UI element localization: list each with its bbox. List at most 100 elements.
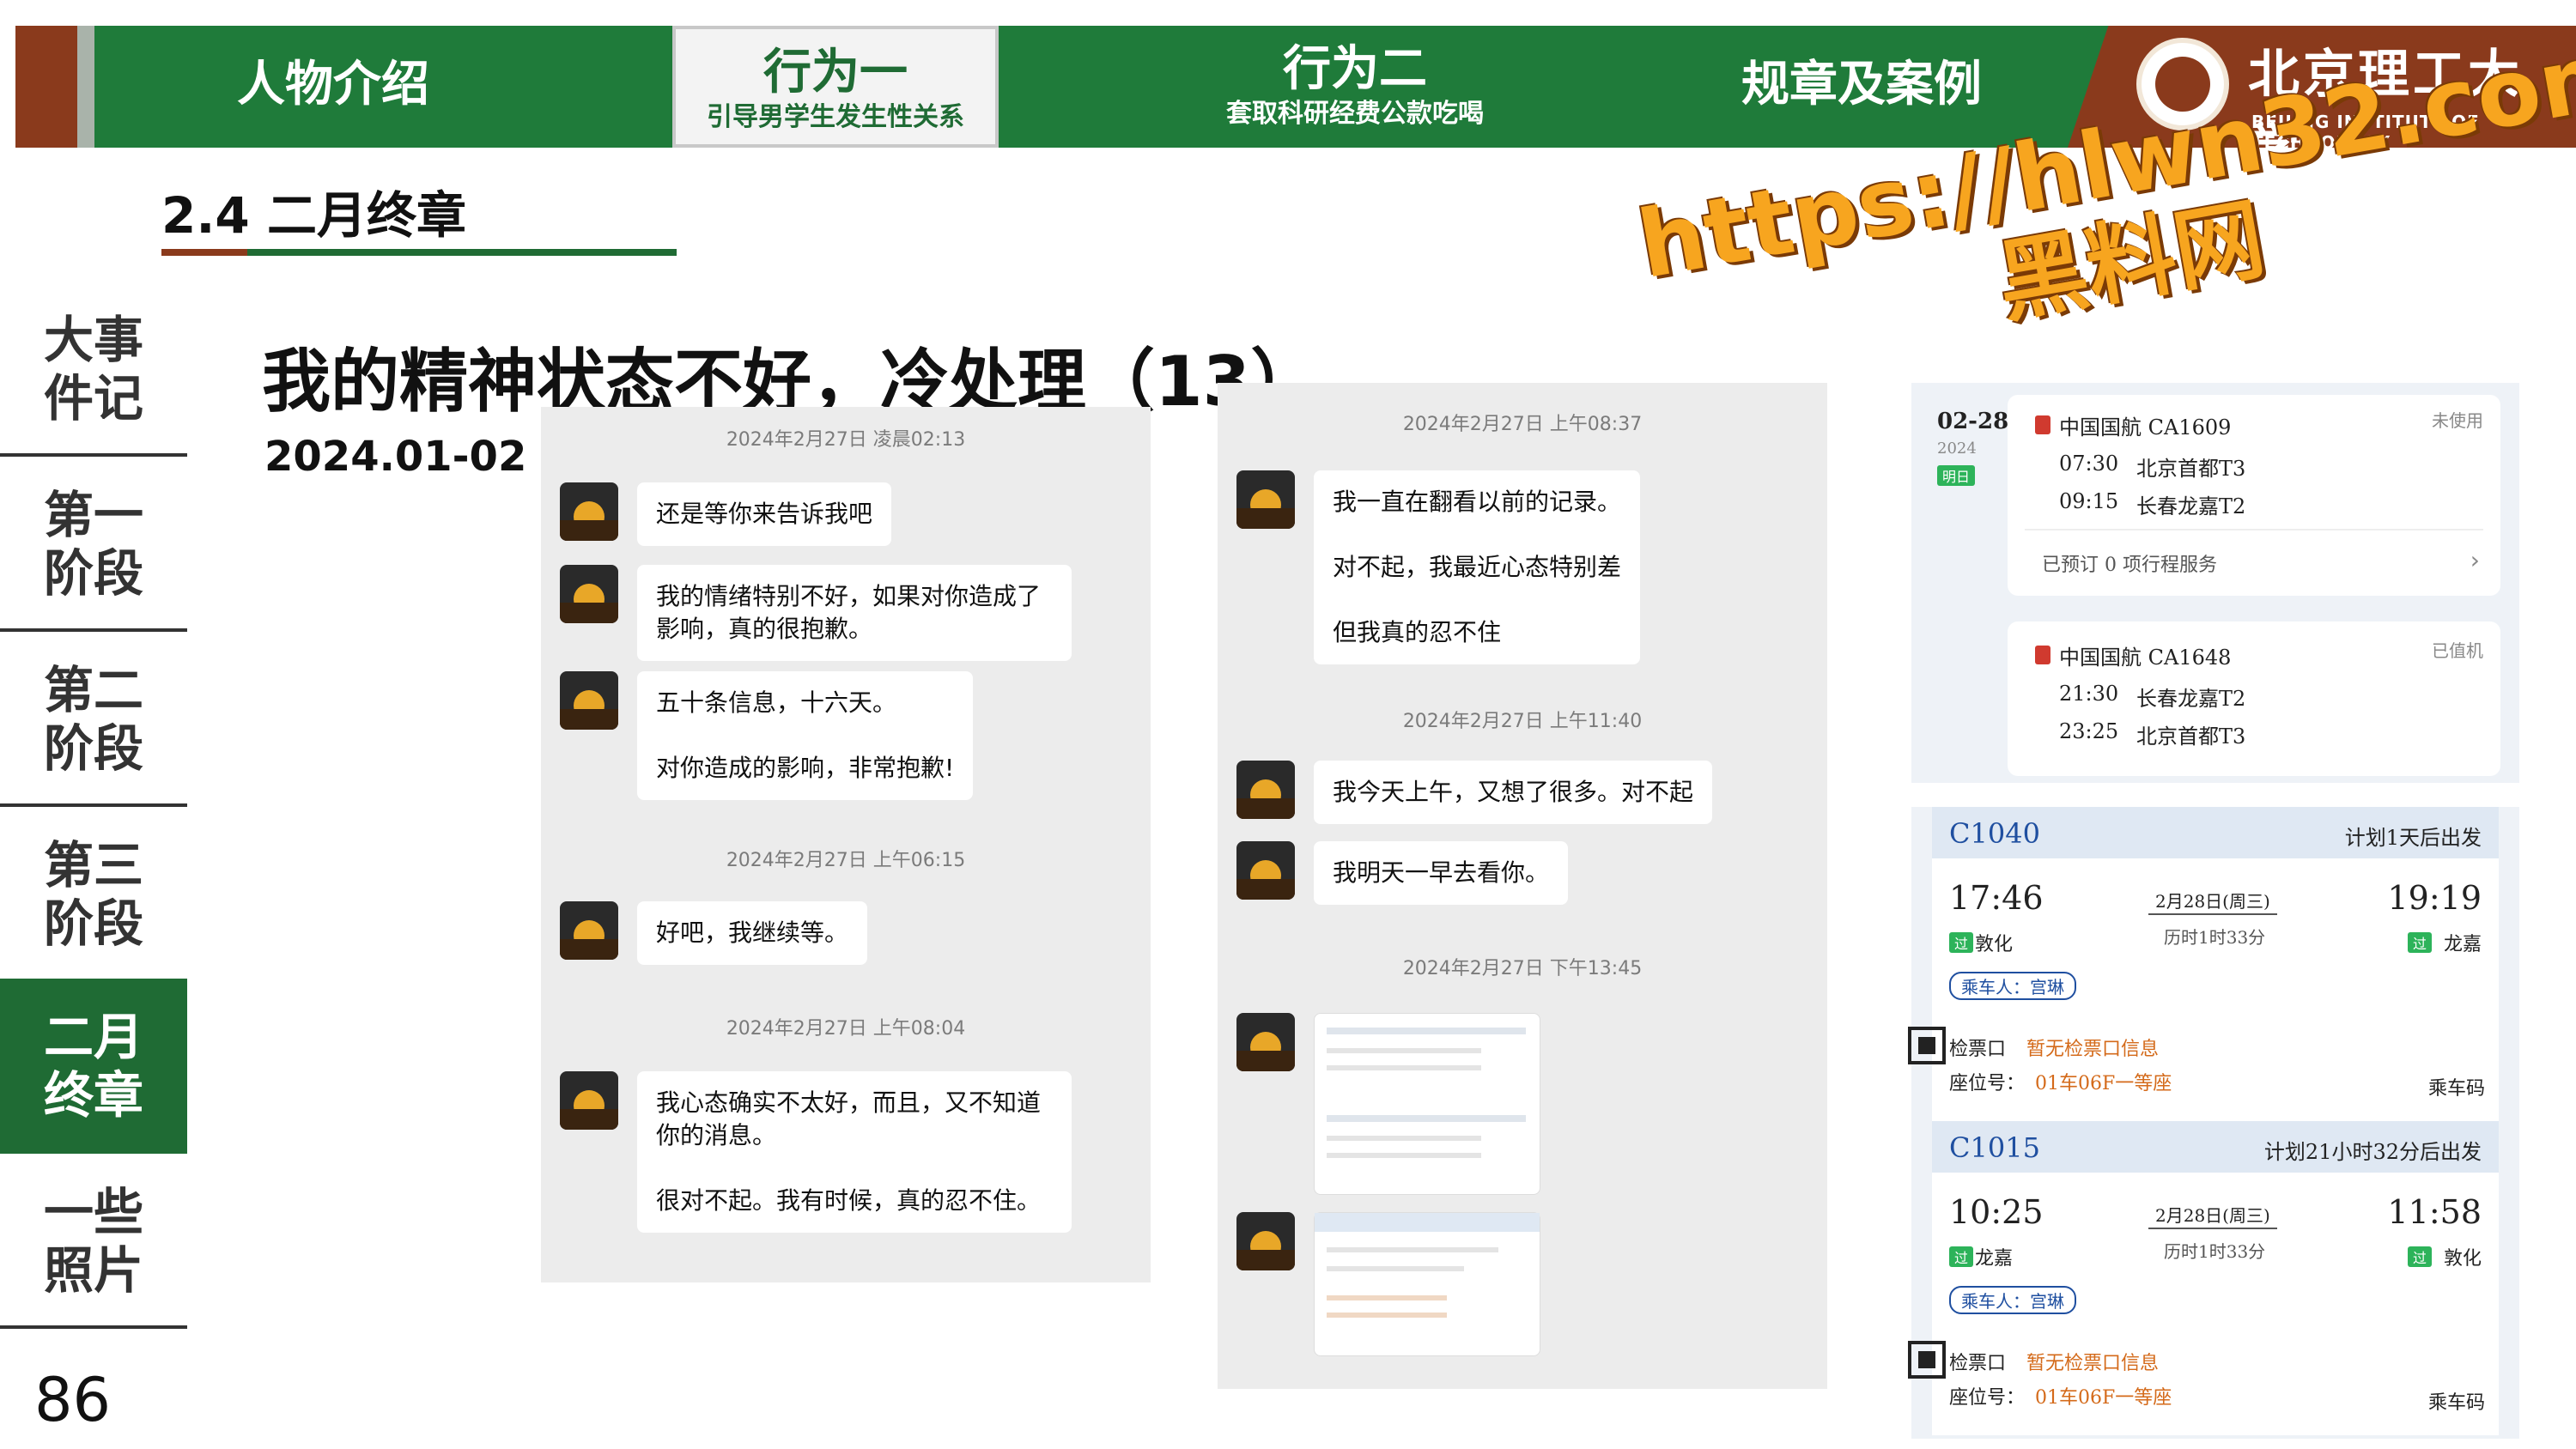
chat-message: 我的情绪特别不好，如果对你造成了影响，真的很抱歉。	[560, 565, 1092, 661]
message-bubble: 我今天上午，又想了很多。对不起	[1314, 761, 1713, 824]
train-number[interactable]: C1040	[1949, 817, 2040, 850]
flight-airline: 中国国航 CA1609	[2059, 415, 2232, 440]
seat-value: 01车06F一等座	[2035, 1387, 2172, 1409]
sidebar-item-stage-one[interactable]: 第一 阶段	[0, 457, 187, 632]
train-details[interactable]: 17:46 19:19 2月28日(周三) 历时1时33分 过 敦化 过 龙嘉 …	[1908, 858, 2499, 1121]
sidebar-label: 一些	[43, 1183, 143, 1241]
airline-logo-icon	[2035, 415, 2050, 434]
chat-timestamp: 2024年2月27日 上午08:37	[1402, 414, 1643, 435]
travel-duration: 历时1时33分	[2164, 927, 2266, 948]
gate-value: 暂无检票口信息	[2026, 1039, 2160, 1060]
chat-message: 我明天一早去看你。	[1236, 841, 1569, 905]
chat-timestamp: 2024年2月27日 上午08:04	[726, 1018, 966, 1040]
airline-logo-icon	[2035, 646, 2050, 664]
chat-message: 我心态确实不太好，而且，又不知道你的消息。 很对不起。我有时候，真的忍不住。	[560, 1071, 1072, 1233]
chevron-right-icon[interactable]: ›	[2470, 546, 2480, 574]
seat-label: 座位号：	[1949, 1073, 2026, 1094]
sidebar-label: 二月	[43, 1008, 143, 1066]
tab-character-intro[interactable]: 人物介绍	[144, 57, 522, 113]
chat-message: 五十条信息，十六天。 对你造成的影响，非常抱歉!	[560, 671, 974, 800]
chat-message: 我一直在翻看以前的记录。 对不起，我最近心态特别差 但我真的忍不住	[1236, 470, 1641, 664]
chat-message: 我今天上午，又想了很多。对不起	[1236, 761, 1713, 824]
message-bubble: 我心态确实不太好，而且，又不知道你的消息。 很对不起。我有时候，真的忍不住。	[637, 1071, 1072, 1233]
arrival-time: 09:15	[2059, 489, 2119, 513]
arrival-time: 23:25	[2059, 719, 2119, 743]
train-header: C1040 计划1天后出发	[1932, 807, 2499, 858]
flight-box-1[interactable]: 中国国航 CA1609 未使用 07:30 北京首都T3 09:15 长春龙嘉T…	[2008, 395, 2500, 596]
chat-screenshot-1: 2024年2月27日 凌晨02:13 还是等你来告诉我吧 我的情绪特别不好，如果…	[541, 407, 1151, 1282]
image-message-flights[interactable]	[1314, 1013, 1540, 1195]
chat-message	[1236, 1212, 1540, 1356]
chat-timestamp: 2024年2月27日 凌晨02:13	[726, 429, 966, 451]
sidebar-item-stage-two[interactable]: 第二 阶段	[0, 632, 187, 807]
travel-date: 2月28日(周三)	[2155, 1205, 2270, 1226]
qr-code-icon[interactable]	[1908, 1027, 1946, 1064]
seat-label: 座位号：	[1949, 1387, 2026, 1409]
sidebar-item-events[interactable]: 大事 件记	[0, 282, 187, 457]
sidebar-label: 第三	[43, 836, 143, 894]
page-number: 86	[34, 1365, 112, 1435]
nav-accent-stripe	[15, 26, 77, 148]
sidebar-item-february-finale[interactable]: 二月 终章	[0, 979, 187, 1154]
chat-timestamp: 2024年2月27日 上午06:15	[726, 850, 966, 871]
sidebar-label: 第一	[43, 486, 143, 544]
message-text: 我的情绪特别不好，如果对你造成了影响，真的很抱歉。	[656, 582, 1042, 643]
departure-time: 21:30	[2059, 682, 2119, 706]
message-text: 对不起，我最近心态特别差	[1333, 553, 1622, 581]
avatar	[1236, 1212, 1295, 1270]
train-details[interactable]: 10:25 11:58 2月28日(周三) 历时1时33分 过 龙嘉 过 敦化 …	[1908, 1173, 2499, 1435]
to-station: 龙嘉	[2443, 934, 2482, 955]
avatar	[1236, 761, 1295, 819]
departure-plan: 计划21小时32分后出发	[2263, 1140, 2482, 1164]
chat-message	[1236, 1013, 1540, 1195]
sidebar-label: 照片	[43, 1241, 143, 1300]
flight-itinerary-screenshot: 02-28 2024 明日 中国国航 CA1609 未使用 07:30 北京首都…	[1911, 383, 2519, 783]
tab-sublabel: 套取科研经费公款吃喝	[1226, 99, 1484, 129]
gate-value: 暂无检票口信息	[2026, 1353, 2160, 1374]
tab-label: 规章及案例	[1741, 57, 1982, 112]
flight-airline: 中国国航 CA1648	[2059, 646, 2232, 670]
qr-label: 乘车码	[2427, 1392, 2485, 1414]
image-message-trains[interactable]	[1314, 1212, 1540, 1356]
departure-time: 10:25	[1949, 1193, 2044, 1231]
message-text: 但我真的忍不住	[1333, 618, 1502, 646]
message-text: 我心态确实不太好，而且，又不知道你的消息。	[656, 1088, 1042, 1149]
seat-value: 01车06F一等座	[2035, 1073, 2172, 1094]
sidebar-divider	[0, 1325, 187, 1329]
sidebar-label: 大事	[43, 311, 143, 369]
avatar	[560, 671, 618, 730]
message-text: 我今天上午，又想了很多。对不起	[1333, 778, 1694, 806]
message-text: 很对不起。我有时候，真的忍不住。	[656, 1186, 1042, 1215]
passed-tag: 过	[2407, 932, 2432, 953]
passenger-badge: 乘车人：宫琳	[1949, 972, 2076, 1000]
message-bubble: 我的情绪特别不好，如果对你造成了影响，真的很抱歉。	[637, 565, 1072, 661]
departure-plan: 计划1天后出发	[2344, 826, 2482, 850]
arrival-time: 11:58	[2387, 1193, 2482, 1231]
avatar	[560, 482, 618, 541]
flight-status: 未使用	[2432, 410, 2483, 431]
qr-label: 乘车码	[2427, 1078, 2485, 1100]
message-bubble: 我明天一早去看你。	[1314, 841, 1569, 905]
chat-message: 好吧，我继续等。	[560, 901, 868, 965]
section-underline-accent	[161, 249, 247, 256]
message-text: 还是等你来告诉我吧	[656, 500, 873, 528]
message-bubble: 我一直在翻看以前的记录。 对不起，我最近心态特别差 但我真的忍不住	[1314, 470, 1641, 664]
tab-regulations-cases[interactable]: 规章及案例	[1690, 57, 2033, 113]
message-text: 我明天一早去看你。	[1333, 858, 1550, 887]
flight-box-2[interactable]: 中国国航 CA1648 已值机 21:30 长春龙嘉T2 23:25 北京首都T…	[2008, 621, 2500, 776]
avatar	[560, 901, 618, 960]
qr-code-icon[interactable]	[1908, 1341, 1946, 1379]
tab-behavior-two[interactable]: 行为二 套取科研经费公款吃喝	[1132, 41, 1578, 130]
trip-services: 已预订 0 项行程服务	[2042, 555, 2217, 576]
sidebar-label: 件记	[43, 369, 143, 427]
from-station: 龙嘉	[1975, 1248, 2014, 1270]
departure-time: 07:30	[2059, 452, 2119, 476]
train-number[interactable]: C1015	[1949, 1131, 2040, 1164]
sidebar-item-stage-three[interactable]: 第三 阶段	[0, 807, 187, 982]
tab-behavior-one[interactable]: 行为一 引导男学生发生性关系	[672, 26, 999, 148]
avatar	[1236, 841, 1295, 900]
sidebar-item-photos[interactable]: 一些 照片	[0, 1154, 187, 1329]
tab-sublabel: 引导男学生发生性关系	[707, 102, 964, 132]
train-header: C1015 计划21小时32分后出发	[1932, 1121, 2499, 1173]
passed-tag: 过	[2407, 1246, 2432, 1267]
